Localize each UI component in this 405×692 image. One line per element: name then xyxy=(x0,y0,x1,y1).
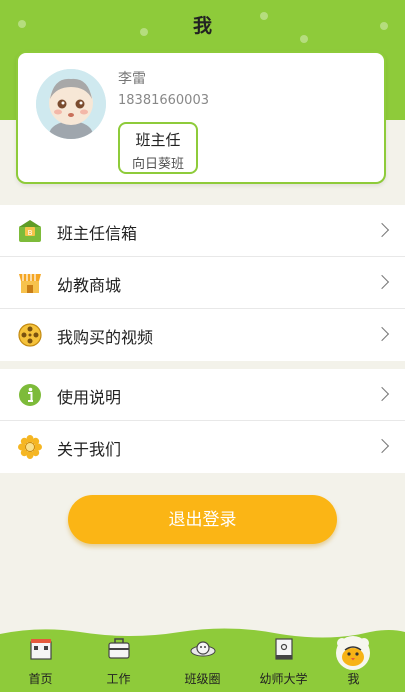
menu-group-main: B 班主任信箱 幼教商城 我购买的视频 xyxy=(0,205,405,361)
profile-card[interactable]: 李雷 18381660003 班主任 向日葵班 xyxy=(16,51,386,184)
menu-label: 使用说明 xyxy=(57,388,122,407)
menu-item-shop[interactable]: 幼教商城 xyxy=(0,257,405,309)
chevron-right-icon xyxy=(374,222,390,238)
tab-label: 首页 xyxy=(28,672,53,686)
chevron-right-icon xyxy=(374,386,390,402)
tab-class-circle[interactable]: 班级圈 xyxy=(162,626,243,692)
tab-label: 工作 xyxy=(106,672,131,686)
chevron-right-icon xyxy=(374,326,390,342)
bottom-tab-bar: 首页 工作 班级圈 幼师大学 我 xyxy=(0,626,405,692)
menu-item-purchased-videos[interactable]: 我购买的视频 xyxy=(0,309,405,361)
logout-button[interactable]: 退出登录 xyxy=(68,495,337,544)
menu-label: 关于我们 xyxy=(57,440,122,459)
user-name: 李雷 xyxy=(118,71,146,87)
chevron-right-icon xyxy=(374,438,390,454)
role-badge: 班主任 向日葵班 xyxy=(118,122,198,174)
role-title: 班主任 xyxy=(135,131,181,149)
tab-label: 幼师大学 xyxy=(259,672,308,686)
chick-icon xyxy=(336,636,370,670)
menu-item-instructions[interactable]: 使用说明 xyxy=(0,369,405,421)
menu-group-info: 使用说明 关于我们 xyxy=(0,369,405,473)
avatar[interactable] xyxy=(36,69,106,139)
class-name: 向日葵班 xyxy=(131,157,184,172)
tab-home[interactable]: 首页 xyxy=(0,626,81,692)
planet-icon xyxy=(190,636,216,662)
menu-item-about-us[interactable]: 关于我们 xyxy=(0,421,405,473)
shop-icon xyxy=(17,270,43,296)
flower-icon xyxy=(17,434,43,460)
menu-label: 班主任信箱 xyxy=(57,224,138,243)
video-reel-icon xyxy=(17,322,43,348)
info-icon xyxy=(17,382,43,408)
tab-work[interactable]: 工作 xyxy=(78,626,159,692)
menu-label: 我购买的视频 xyxy=(57,328,154,347)
chevron-right-icon xyxy=(374,274,390,290)
tab-label: 我 xyxy=(347,672,360,686)
tab-me[interactable]: 我 xyxy=(313,626,394,692)
menu-label: 幼教商城 xyxy=(57,276,122,295)
cartoon-avatar-icon xyxy=(36,69,106,139)
mailbox-icon: B xyxy=(17,218,43,244)
svg-text:B: B xyxy=(28,229,33,237)
tab-teacher-university[interactable]: 幼师大学 xyxy=(243,626,324,692)
user-phone: 18381660003 xyxy=(118,93,209,108)
home-icon xyxy=(28,636,54,662)
page-title: 我 xyxy=(192,15,212,37)
briefcase-icon xyxy=(106,636,132,662)
book-icon xyxy=(271,636,297,662)
tab-label: 班级圈 xyxy=(184,672,221,686)
menu-item-mailbox[interactable]: B 班主任信箱 xyxy=(0,205,405,257)
